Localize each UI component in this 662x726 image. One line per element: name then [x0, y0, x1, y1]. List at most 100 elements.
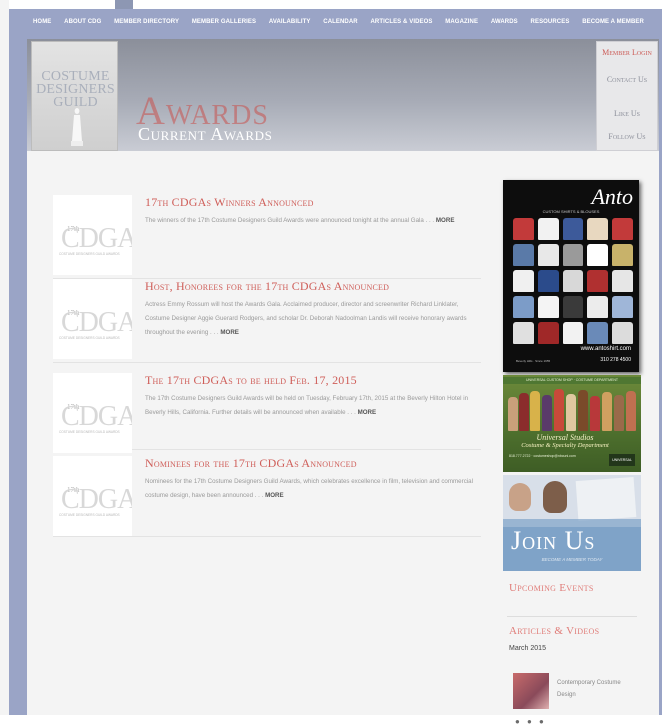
news-title[interactable]: Host, Honorees for the 17th CDGAs Announ… [145, 279, 481, 294]
facebook-icon[interactable]: ● [515, 717, 520, 726]
shirt-thumbnail [537, 296, 559, 318]
news-text: Nominees for the 17th Costume Designers … [145, 478, 473, 499]
costumed-figures-image [506, 387, 638, 431]
cdga-caption: COSTUME DESIGNERS GUILD AWARDS [59, 513, 120, 517]
news-item: 17th CDGA COSTUME DESIGNERS GUILD AWARDS… [53, 456, 481, 537]
shirt-thumbnail [562, 218, 584, 240]
shirt-thumbnail [587, 322, 609, 344]
shirt-thumbnail [587, 244, 609, 266]
sidebar-divider [507, 616, 637, 617]
anto-subtitle: CUSTOM SHIRTS & BLOUSES [542, 209, 600, 214]
news-title[interactable]: The 17th CDGAs to be held Feb. 17, 2015 [145, 373, 481, 388]
video-title[interactable]: Contemporary Costume Design [557, 677, 627, 701]
cdga-logo[interactable]: 17th CDGA COSTUME DESIGNERS GUILD AWARDS [53, 373, 139, 453]
nav-about[interactable]: ABOUT CDG [64, 19, 101, 25]
shirt-thumbnail [513, 296, 534, 318]
shirt-thumbnail [612, 270, 633, 292]
like-us-link[interactable]: Like Us [597, 109, 657, 119]
news-title[interactable]: Nominees for the 17th CDGAs Announced [145, 456, 481, 471]
twitter-icon[interactable]: ● [527, 717, 532, 726]
cdga-letters: CDGA [61, 484, 132, 515]
news-item: 17th CDGA COSTUME DESIGNERS GUILD AWARDS… [53, 279, 481, 363]
shirt-thumbnail [612, 244, 633, 266]
articles-videos-heading[interactable]: Articles & Videos [509, 625, 599, 637]
shirt-thumbnail [513, 244, 534, 266]
video-thumbnail[interactable] [513, 673, 549, 709]
shirt-thumbnail [587, 218, 609, 240]
shirt-thumbnail [513, 218, 534, 240]
nav-resources[interactable]: RESOURCES [531, 19, 570, 25]
news-item: 17th CDGA COSTUME DESIGNERS GUILD AWARDS… [53, 195, 481, 279]
shirt-thumbnail [513, 322, 534, 344]
news-body: The winners of the 17th Costume Designer… [145, 214, 483, 228]
universal-name: Universal Studios [536, 433, 594, 442]
join-us-banner[interactable]: Join Us BECOME A MEMBER TODAY [503, 475, 641, 571]
cdga-logo-icon: 17th CDGA COSTUME DESIGNERS GUILD AWARDS [59, 401, 139, 434]
page-subtitle: Current Awards [138, 124, 273, 144]
site-frame: HOME ABOUT CDG MEMBER DIRECTORY MEMBER G… [9, 9, 662, 726]
shirt-thumbnail [537, 270, 559, 292]
anto-url: www.antoshirt.com [580, 346, 631, 352]
cdga-logo[interactable]: 17th CDGA COSTUME DESIGNERS GUILD AWARDS [53, 279, 139, 359]
shirt-thumbnail [587, 296, 609, 318]
news-text: The winners of the 17th Costume Designer… [145, 217, 435, 224]
share-icon[interactable]: ● [539, 717, 544, 726]
nav-become-member[interactable]: BECOME A MEMBER [582, 19, 644, 25]
member-login-link[interactable]: Member Login [597, 48, 657, 58]
shirt-thumbnail [587, 270, 609, 292]
shirt-thumbnail [513, 270, 534, 292]
contact-us-link[interactable]: Contact Us [597, 75, 657, 85]
anto-footer: Beverly Hills · Since 1955 [516, 359, 551, 363]
shirt-thumbnail [562, 296, 584, 318]
universal-costume-ad[interactable]: UNIVERSAL CUSTOM SHOP · COSTUME DEPARTME… [503, 375, 641, 472]
anto-logo: Anto [591, 184, 633, 209]
cdga-logo[interactable]: 17th CDGA COSTUME DESIGNERS GUILD AWARDS [53, 456, 139, 536]
top-gap [9, 0, 662, 9]
header-side-links: Member Login Contact Us Like Us Follow U… [596, 41, 658, 151]
upcoming-events-heading[interactable]: Upcoming Events [509, 582, 594, 594]
shirt-thumbnail [612, 218, 633, 240]
main-nav: HOME ABOUT CDG MEMBER DIRECTORY MEMBER G… [9, 9, 662, 35]
more-link[interactable]: MORE [265, 492, 284, 499]
news-title[interactable]: 17th CDGAs Winners Announced [145, 195, 481, 210]
more-link[interactable]: MORE [358, 409, 377, 416]
cdga-letters: CDGA [61, 223, 132, 254]
content-page: COSTUME DESIGNERS GUILD Awards Current A… [27, 39, 659, 726]
cdga-caption: COSTUME DESIGNERS GUILD AWARDS [59, 336, 120, 340]
nav-member-galleries[interactable]: MEMBER GALLERIES [192, 19, 256, 25]
news-body: Actress Emmy Rossum will host the Awards… [145, 298, 483, 340]
nav-calendar[interactable]: CALENDAR [323, 19, 357, 25]
shirt-thumbnail [537, 218, 559, 240]
join-us-subtitle: BECOME A MEMBER TODAY [541, 557, 603, 562]
more-link[interactable]: MORE [220, 329, 239, 336]
nav-home[interactable]: HOME [33, 19, 51, 25]
anto-shirt-grid [513, 218, 633, 344]
follow-us-link[interactable]: Follow Us [597, 132, 657, 142]
shirt-thumbnail [612, 296, 633, 318]
shirt-thumbnail [562, 244, 584, 266]
news-text: The 17th Costume Designers Guild Awards … [145, 395, 469, 416]
anto-ad[interactable]: Anto CUSTOM SHIRTS & BLOUSES www.antoshi… [503, 180, 639, 372]
nav-awards[interactable]: AWARDS [491, 19, 518, 25]
shirt-thumbnail [537, 322, 559, 344]
nav-member-directory[interactable]: MEMBER DIRECTORY [114, 19, 179, 25]
universal-banner: UNIVERSAL CUSTOM SHOP · COSTUME DEPARTME… [503, 377, 641, 384]
nav-availability[interactable]: AVAILABILITY [269, 19, 311, 25]
statuette-icon [71, 108, 83, 146]
cdga-caption: COSTUME DESIGNERS GUILD AWARDS [59, 252, 120, 256]
news-body: The 17th Costume Designers Guild Awards … [145, 392, 483, 420]
more-link[interactable]: MORE [436, 217, 455, 224]
universal-emblem: UNIVERSAL [609, 454, 635, 466]
cdga-logo[interactable]: 17th CDGA COSTUME DESIGNERS GUILD AWARDS [53, 195, 139, 275]
nav-magazine[interactable]: MAGAZINE [445, 19, 478, 25]
cdga-letters: CDGA [61, 401, 132, 432]
cdga-logo-icon: 17th CDGA COSTUME DESIGNERS GUILD AWARDS [59, 484, 139, 517]
cdga-logo-icon: 17th CDGA COSTUME DESIGNERS GUILD AWARDS [59, 307, 139, 340]
shirt-thumbnail [537, 244, 559, 266]
join-us-title: Join Us [511, 526, 596, 555]
cdga-letters: CDGA [61, 307, 132, 338]
news-body: Nominees for the 17th Costume Designers … [145, 475, 483, 503]
news-text: Actress Emmy Rossum will host the Awards… [145, 301, 467, 336]
nav-articles-videos[interactable]: ARTICLES & VIDEOS [370, 19, 432, 25]
cdg-logo[interactable]: COSTUME DESIGNERS GUILD [31, 41, 118, 151]
